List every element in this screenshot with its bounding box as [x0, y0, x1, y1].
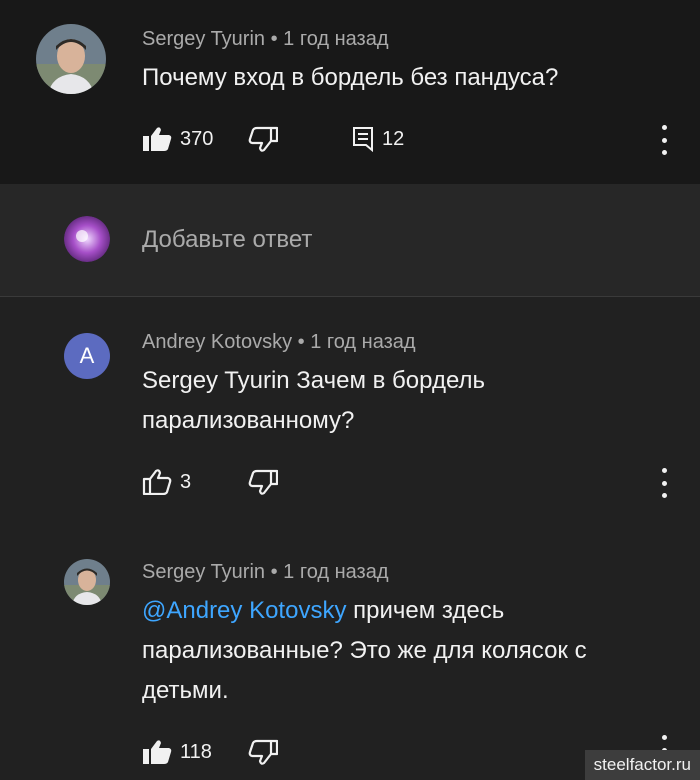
comment-text: Почему вход в бордель без пандуса?: [142, 64, 559, 91]
reply-text-line: @Andrey Kotovsky причем здесь: [142, 591, 587, 631]
like-button[interactable]: 370: [142, 126, 213, 152]
reply-text: @Andrey Kotovsky причем здесь парализова…: [142, 591, 587, 711]
replies-button[interactable]: 12: [352, 126, 404, 152]
thumbs-down-icon: [248, 126, 278, 152]
comment-time[interactable]: • 1 год назад: [271, 561, 389, 583]
reply-input[interactable]: Добавьте ответ: [142, 226, 312, 254]
top-comment: Sergey Tyurin • 1 год назад Почему вход …: [0, 0, 700, 184]
reply-count: 12: [382, 127, 405, 150]
thumbs-up-filled-icon: [143, 127, 172, 151]
author-name[interactable]: Sergey Tyurin: [142, 28, 265, 50]
thumbs-down-icon: [248, 739, 278, 765]
reply-text-line: детьми.: [142, 677, 229, 704]
thumbs-up-filled-icon: [143, 740, 172, 764]
user-avatar-icon: [64, 216, 110, 262]
reply-text-line: парализованному?: [142, 407, 355, 434]
thumbs-up-icon: [142, 469, 172, 495]
reply-icon: [353, 127, 373, 152]
reply-meta: Sergey Tyurin • 1 год назад: [142, 561, 389, 584]
dislike-button[interactable]: [248, 469, 278, 495]
replies-list: A Andrey Kotovsky • 1 год назад Sergey T…: [0, 297, 700, 780]
reply-text: Sergey Tyurin Зачем в бордель парализова…: [142, 361, 485, 441]
mention-link[interactable]: @Andrey Kotovsky: [142, 597, 346, 624]
watermark: steelfactor.ru: [584, 750, 700, 780]
like-count: 370: [180, 127, 214, 150]
like-count: 118: [180, 740, 212, 763]
add-reply-box[interactable]: [0, 184, 700, 297]
dislike-button[interactable]: [248, 739, 278, 765]
reply-text-line: парализованные? Это же для колясок с: [142, 637, 587, 664]
comment-meta: Sergey Tyurin • 1 год назад: [142, 28, 389, 51]
reply-meta: Andrey Kotovsky • 1 год назад: [142, 331, 416, 354]
reply-text-line: Sergey Tyurin Зачем в бордель: [142, 367, 486, 394]
reply-text-segment: причем здесь: [346, 597, 505, 624]
like-count: 3: [180, 470, 192, 493]
dislike-button[interactable]: [248, 126, 278, 152]
author-name[interactable]: Sergey Tyurin: [142, 561, 265, 583]
comment-time[interactable]: • 1 год назад: [298, 331, 416, 353]
avatar: [64, 216, 110, 262]
avatar[interactable]: A: [64, 333, 110, 379]
more-options-icon[interactable]: [660, 125, 668, 155]
avatar[interactable]: [64, 559, 110, 605]
user-avatar-photo: [64, 559, 110, 605]
user-avatar-photo: [36, 24, 106, 94]
like-button[interactable]: 3: [142, 469, 191, 495]
avatar[interactable]: [36, 24, 106, 94]
comment-time[interactable]: • 1 год назад: [271, 28, 389, 50]
more-options-icon[interactable]: [660, 468, 668, 498]
author-name[interactable]: Andrey Kotovsky: [142, 331, 292, 353]
avatar-letter: A: [79, 343, 95, 368]
thumbs-down-icon: [248, 469, 278, 495]
like-button[interactable]: 118: [142, 739, 212, 765]
